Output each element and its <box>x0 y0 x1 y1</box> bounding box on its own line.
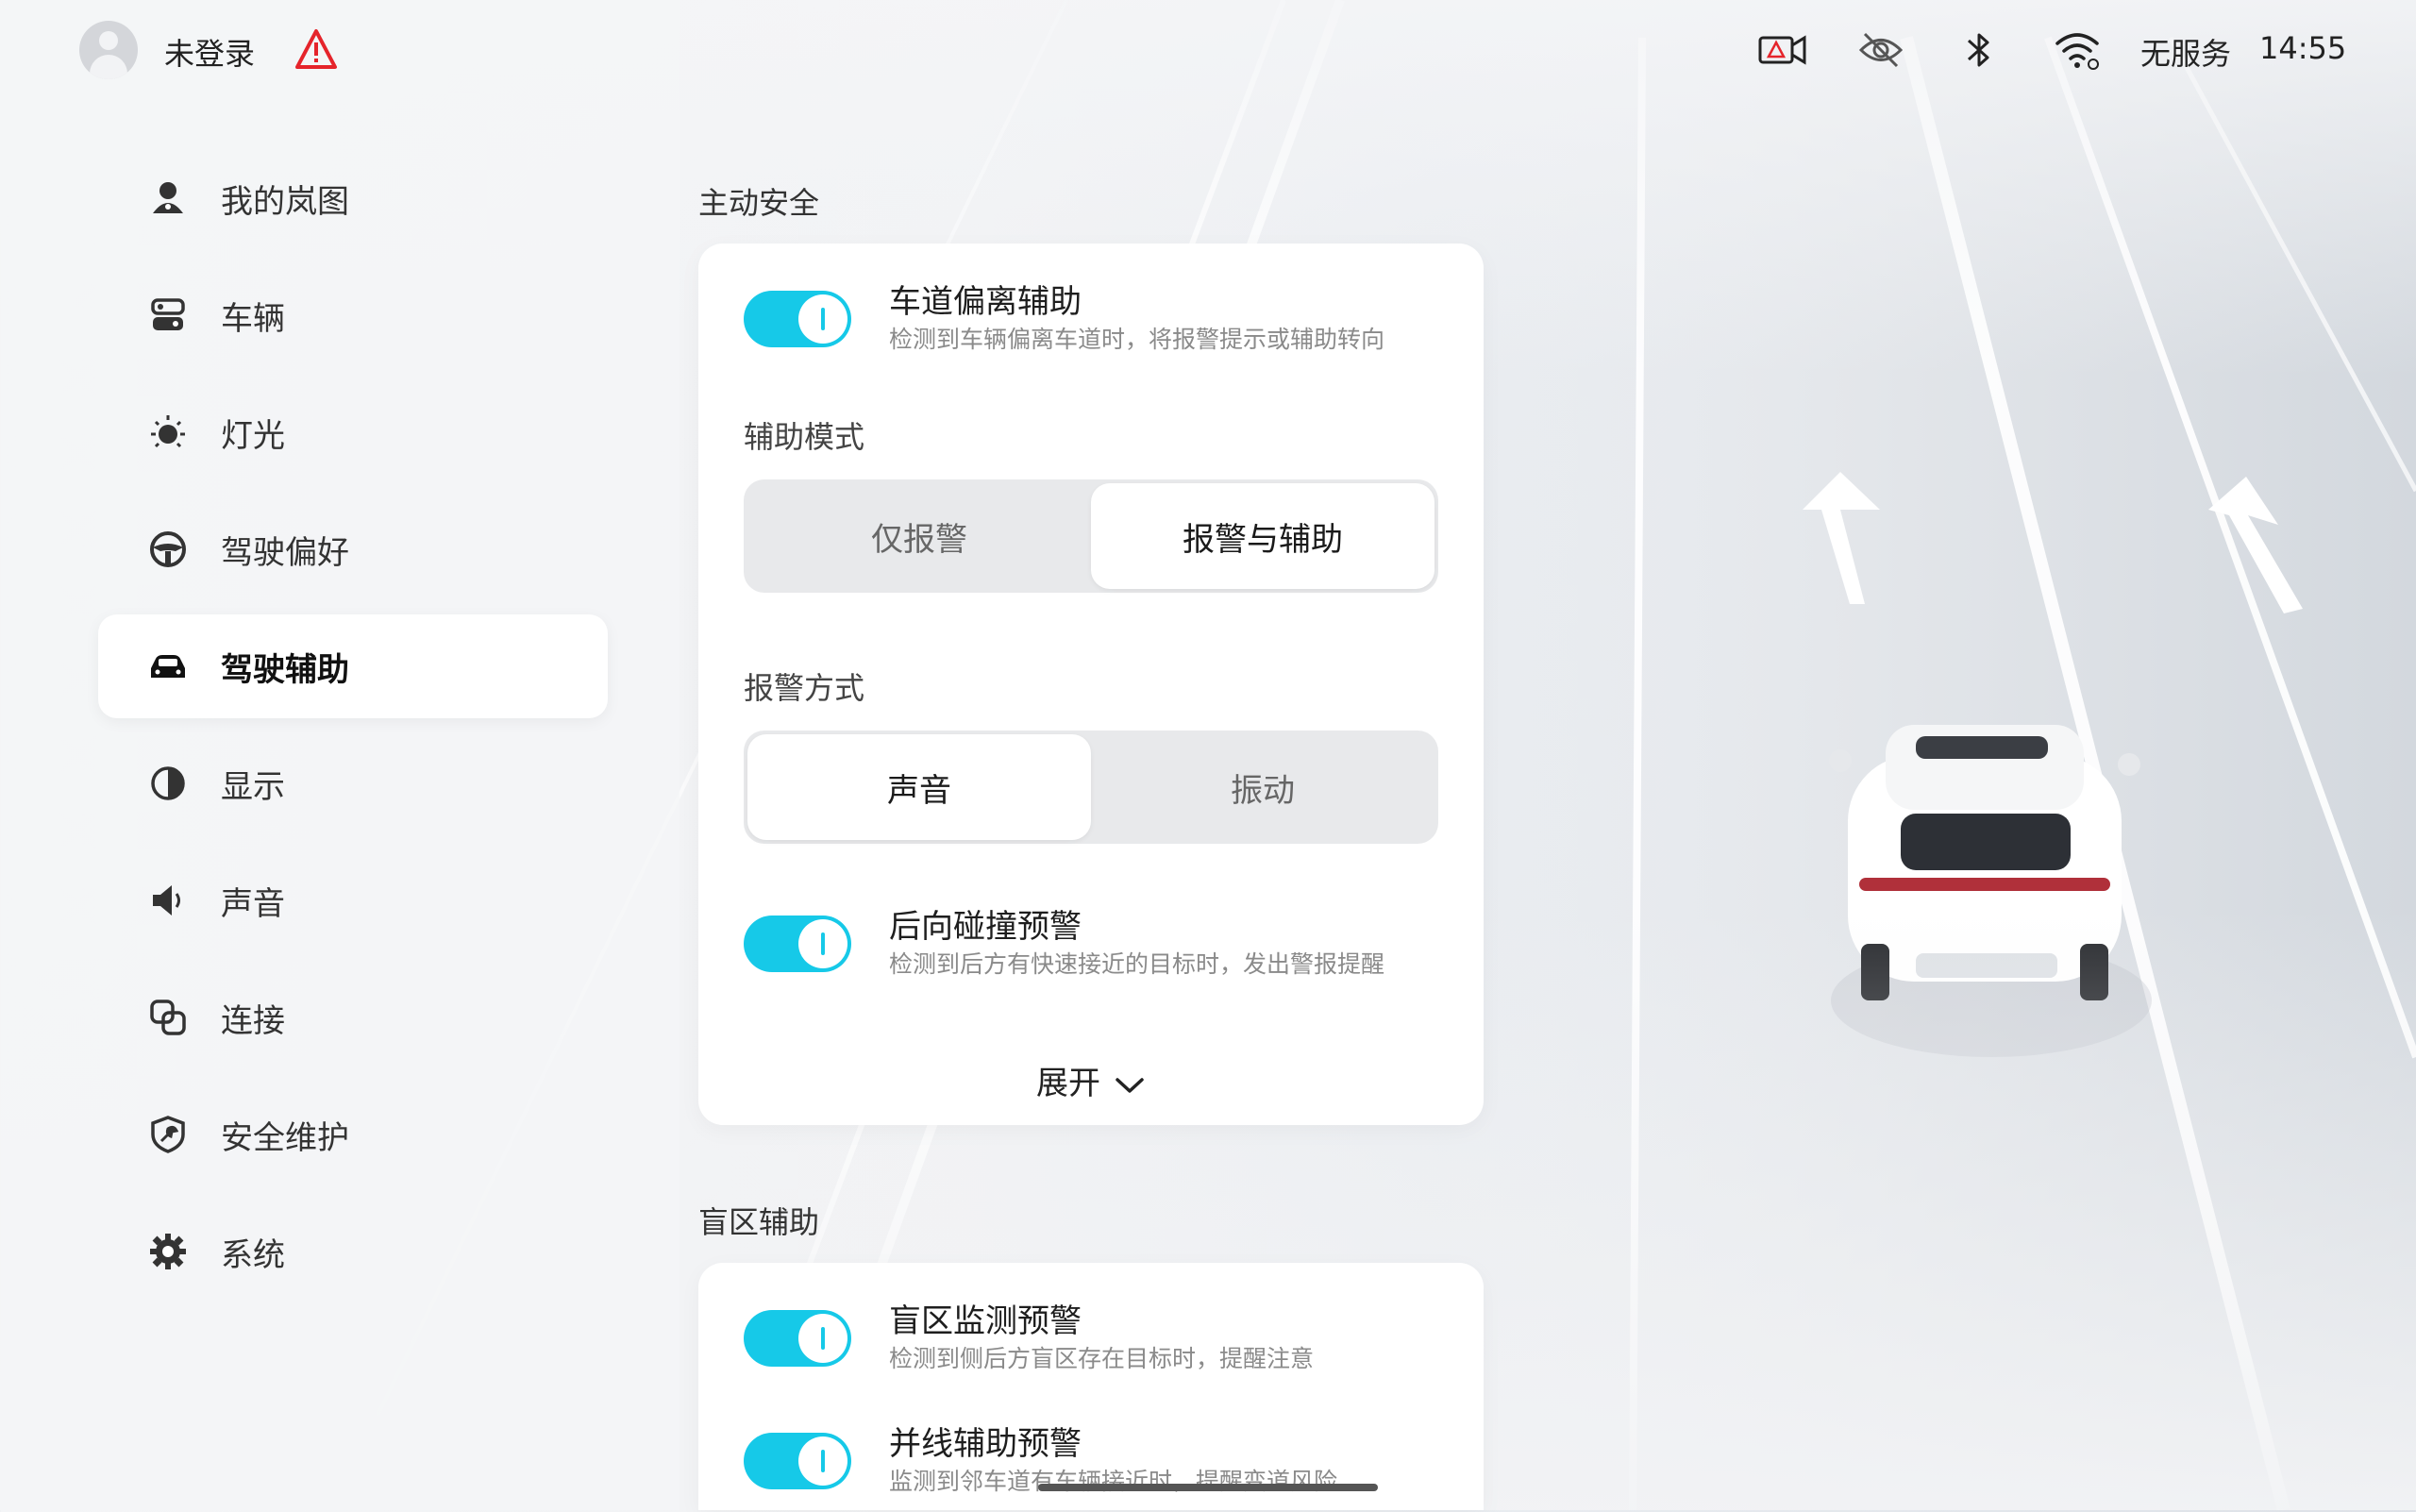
lane-change-assist-toggle[interactable] <box>744 1433 851 1489</box>
sidebar-item-vehicle[interactable]: 车辆 <box>98 263 608 367</box>
lane-departure-row: 车道偏离辅助 检测到车辆偏离车道时，将报警提示或辅助转向 <box>744 276 1461 370</box>
alert-method-option-sound[interactable]: 声音 <box>747 734 1091 840</box>
assist-mode-option-alert-and-assist[interactable]: 报警与辅助 <box>1091 483 1434 589</box>
clock-text: 14:55 <box>2259 30 2347 66</box>
vehicle-control-icon <box>151 298 185 330</box>
lane-change-assist-desc: 监测到邻车道有车辆接近时，提醒变道风险 <box>889 1468 1338 1495</box>
chevron-down-icon <box>1116 1077 1144 1093</box>
contrast-icon <box>151 766 185 800</box>
wifi-icon <box>2055 33 2099 70</box>
blind-spot-monitor-toggle[interactable] <box>744 1310 851 1367</box>
rear-collision-desc: 检测到后方有快速接近的目标时，发出警报提醒 <box>889 950 1385 978</box>
blind-spot-card: 盲区监测预警 检测到侧后方盲区存在目标时，提醒注意 并线辅助预警 监测到邻车道有… <box>698 1263 1484 1510</box>
rear-collision-row: 后向碰撞预警 检测到后方有快速接近的目标时，发出警报提醒 <box>744 900 1461 995</box>
alert-method-label: 报警方式 <box>744 670 865 706</box>
car-icon <box>151 655 185 678</box>
speaker-icon <box>153 885 180 916</box>
alert-method-option-vibration[interactable]: 振动 <box>1091 734 1434 840</box>
gear-icon <box>150 1234 186 1269</box>
lane-departure-toggle[interactable] <box>744 291 851 347</box>
sidebar-item-my-voyah[interactable]: 我的岚图 <box>98 146 608 250</box>
user-pin-icon <box>153 182 183 213</box>
section-title-active-safety: 主动安全 <box>698 185 820 221</box>
expand-button[interactable]: 展开 <box>698 1057 1484 1103</box>
assist-mode-segmented-control: 仅报警 报警与辅助 <box>744 479 1438 593</box>
warning-triangle-icon[interactable] <box>294 28 338 70</box>
sidebar-item-sound[interactable]: 声音 <box>98 848 608 952</box>
eye-off-icon <box>1858 32 1904 68</box>
login-status-text[interactable]: 未登录 <box>164 30 255 74</box>
sidebar-item-safety-maintenance[interactable]: 安全维护 <box>98 1083 608 1186</box>
lane-change-assist-title: 并线辅助预警 <box>889 1425 1082 1463</box>
home-indicator-bar[interactable] <box>1038 1484 1378 1491</box>
light-icon <box>151 415 185 448</box>
rear-collision-title: 后向碰撞预警 <box>889 908 1082 946</box>
sidebar-item-display[interactable]: 显示 <box>98 731 608 835</box>
lane-change-assist-row: 并线辅助预警 监测到邻车道有车辆接近时，提醒变道风险 <box>744 1418 1461 1512</box>
bluetooth-icon <box>1967 33 1989 67</box>
connection-icon <box>150 1000 186 1035</box>
rear-collision-toggle[interactable] <box>744 916 851 972</box>
sidebar-item-driving-assistance[interactable]: 驾驶辅助 <box>98 614 608 718</box>
sidebar-item-system[interactable]: 系统 <box>98 1200 608 1303</box>
assist-mode-option-alert-only[interactable]: 仅报警 <box>747 483 1091 589</box>
steering-wheel-icon <box>150 531 186 567</box>
network-status-text: 无服务 <box>2140 36 2232 72</box>
sidebar-item-driving-preference[interactable]: 驾驶偏好 <box>98 497 608 601</box>
assist-mode-label: 辅助模式 <box>744 419 865 455</box>
section-title-blind-spot: 盲区辅助 <box>698 1204 820 1240</box>
sidebar-item-connection[interactable]: 连接 <box>98 966 608 1069</box>
sidebar-item-lights[interactable]: 灯光 <box>98 380 608 484</box>
active-safety-card: 车道偏离辅助 检测到车辆偏离车道时，将报警提示或辅助转向 辅助模式 仅报警 报警… <box>698 244 1484 1125</box>
camera-warning-icon <box>1758 35 1806 65</box>
lane-departure-desc: 检测到车辆偏离车道时，将报警提示或辅助转向 <box>889 326 1385 353</box>
shield-wrench-icon <box>151 1116 185 1153</box>
blind-spot-monitor-desc: 检测到侧后方盲区存在目标时，提醒注意 <box>889 1345 1315 1372</box>
lane-departure-title: 车道偏离辅助 <box>889 283 1082 321</box>
status-bar: 未登录 无服务 14:55 <box>0 0 2416 104</box>
alert-method-segmented-control: 声音 振动 <box>744 731 1438 844</box>
blind-spot-monitor-title: 盲区监测预警 <box>889 1302 1082 1340</box>
blind-spot-monitor-row: 盲区监测预警 检测到侧后方盲区存在目标时，提醒注意 <box>744 1295 1461 1389</box>
expand-label: 展开 <box>1036 1065 1100 1102</box>
avatar-icon[interactable] <box>79 21 138 79</box>
